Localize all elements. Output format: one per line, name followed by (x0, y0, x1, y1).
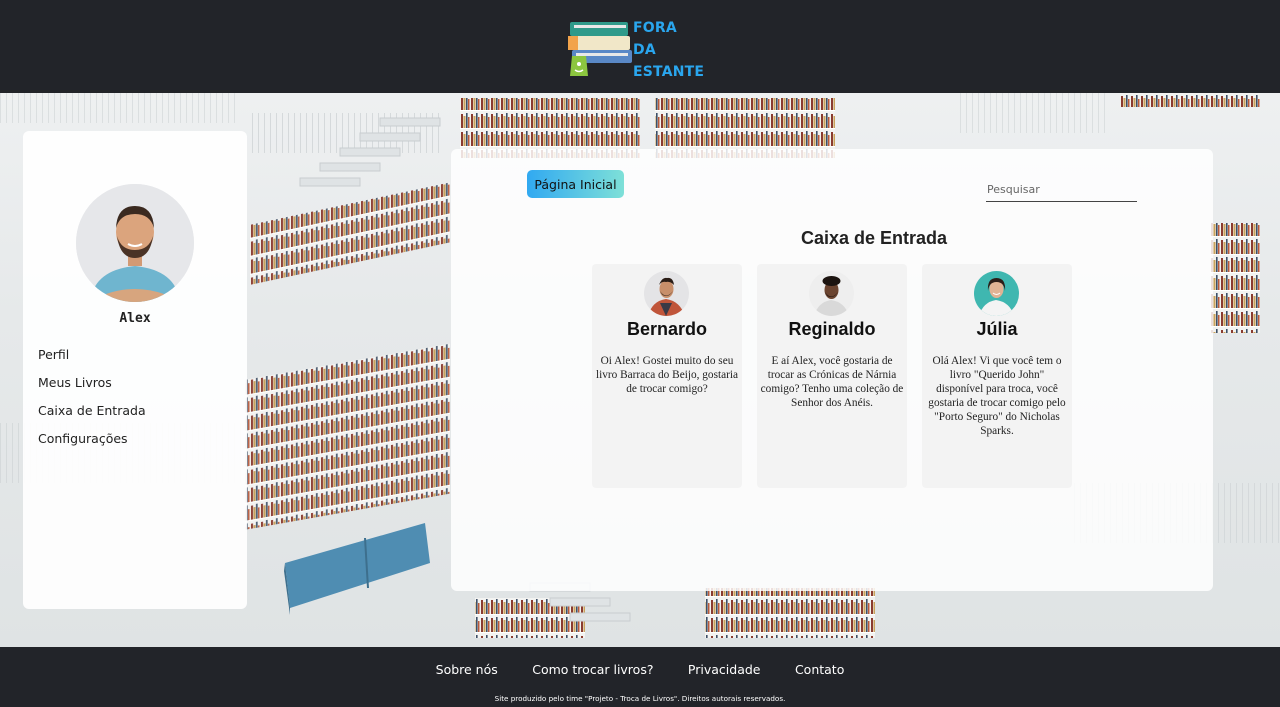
sender-avatar (974, 271, 1019, 316)
footer-link-contato[interactable]: Contato (795, 662, 844, 677)
sender-name: Reginaldo (788, 319, 876, 339)
footer-link-sobre-nos[interactable]: Sobre nós (436, 662, 498, 677)
site-header: FORA DA ESTANTE (0, 0, 1280, 93)
site-logo[interactable]: FORA DA ESTANTE (566, 12, 726, 80)
menu-item-caixa-de-entrada[interactable]: Caixa de Entrada (38, 404, 146, 432)
menu-item-perfil[interactable]: Perfil (38, 348, 146, 376)
user-avatar[interactable] (76, 184, 194, 302)
message-text: Oi Alex! Gostei muito do seu livro Barra… (595, 355, 739, 395)
inbox-panel: Página Inicial Caixa de Entrada Bernardo… (451, 149, 1213, 591)
books-stack-icon (568, 22, 632, 76)
sender-name: Bernardo (626, 319, 707, 339)
profile-sidebar: Alex Perfil Meus Livros Caixa de Entrada… (23, 131, 247, 609)
message-text: E aí Alex, você gostaria de trocar as Cr… (760, 355, 904, 409)
footer-link-privacidade[interactable]: Privacidade (688, 662, 761, 677)
sender-avatar (644, 271, 689, 316)
search-input[interactable] (986, 177, 1137, 202)
home-button[interactable]: Página Inicial (527, 170, 624, 198)
logo-wordmark: FORA DA ESTANTE (633, 17, 726, 83)
sender-avatar (809, 271, 854, 316)
message-text: Olá Alex! Vi que você tem o livro "Queri… (928, 355, 1066, 437)
menu-item-configuracoes[interactable]: Configurações (38, 432, 146, 460)
copyright-text: Site produzido pelo time "Projeto - Troc… (494, 694, 786, 703)
logo-line-2: DA ESTANTE (633, 42, 705, 80)
sofa-image (284, 523, 430, 615)
sender-name: Júlia (976, 319, 1018, 339)
site-footer: Sobre nós Como trocar livros? Privacidad… (0, 647, 1280, 707)
menu-item-meus-livros[interactable]: Meus Livros (38, 376, 146, 404)
inbox-title: Caixa de Entrada (800, 228, 948, 248)
message-card[interactable]: Reginaldo E aí Alex, você gostaria de tr… (757, 264, 907, 488)
message-card[interactable]: Júlia Olá Alex! Vi que você tem o livro … (922, 264, 1072, 488)
footer-nav: Sobre nós Como trocar livros? Privacidad… (0, 661, 1280, 679)
message-card[interactable]: Bernardo Oi Alex! Gostei muito do seu li… (592, 264, 742, 488)
user-name: Alex (119, 311, 151, 326)
footer-link-como-trocar[interactable]: Como trocar livros? (532, 662, 653, 677)
logo-line-1: FORA (633, 20, 677, 36)
profile-menu: Perfil Meus Livros Caixa de Entrada Conf… (38, 348, 146, 460)
